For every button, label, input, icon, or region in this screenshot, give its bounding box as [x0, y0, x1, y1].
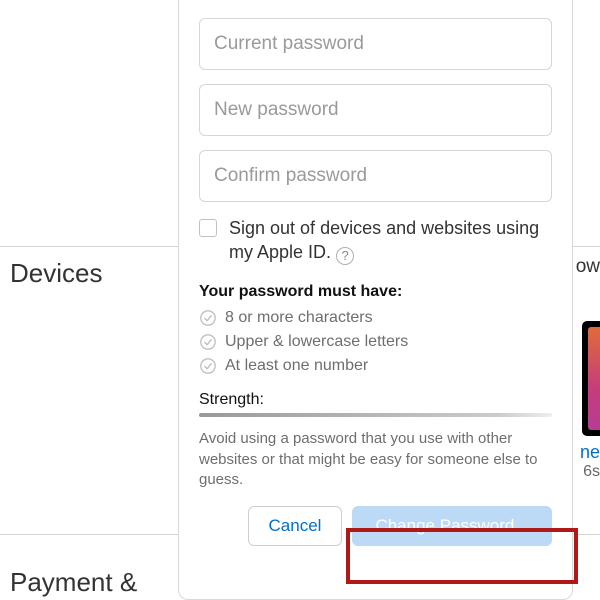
password-advice: Avoid using a password that you use with…	[199, 429, 552, 490]
requirement-item: Upper & lowercase letters	[199, 333, 552, 351]
confirm-password-placeholder: Confirm password	[214, 165, 367, 187]
check-circle-icon	[199, 309, 217, 327]
help-icon[interactable]: ?	[336, 247, 354, 265]
section-title-payment: Payment &	[10, 567, 137, 598]
new-password-field[interactable]: New password	[199, 84, 552, 136]
requirement-text: At least one number	[225, 357, 368, 375]
strength-meter	[199, 413, 552, 417]
strength-label: Strength:	[199, 391, 552, 409]
page-background: Devices Payment & ow ne 6s Current passw…	[0, 0, 600, 600]
requirements-title: Your password must have:	[199, 283, 552, 301]
change-password-popover: Current password New password Confirm pa…	[178, 0, 573, 600]
requirement-text: 8 or more characters	[225, 309, 373, 327]
check-circle-icon	[199, 333, 217, 351]
current-password-field[interactable]: Current password	[199, 18, 552, 70]
signout-row: Sign out of devices and websites using m…	[199, 216, 552, 265]
cancel-button[interactable]: Cancel	[248, 506, 342, 546]
button-row: Cancel Change Password...	[199, 506, 552, 546]
new-password-placeholder: New password	[214, 99, 339, 121]
signout-checkbox[interactable]	[199, 219, 217, 237]
truncated-text-right: ow	[576, 256, 600, 278]
current-password-placeholder: Current password	[214, 33, 364, 55]
device-subtext-fragment: 6s	[583, 463, 600, 481]
requirement-item: 8 or more characters	[199, 309, 552, 327]
signout-label-text: Sign out of devices and websites using m…	[229, 218, 539, 262]
device-thumbnail[interactable]	[582, 321, 600, 436]
device-link-fragment[interactable]: ne	[580, 442, 600, 463]
requirement-text: Upper & lowercase letters	[225, 333, 408, 351]
signout-label: Sign out of devices and websites using m…	[229, 216, 552, 265]
requirement-item: At least one number	[199, 357, 552, 375]
device-thumbnail-screen	[588, 327, 600, 430]
check-circle-icon	[199, 357, 217, 375]
confirm-password-field[interactable]: Confirm password	[199, 150, 552, 202]
section-title-devices: Devices	[10, 258, 102, 289]
change-password-button[interactable]: Change Password...	[352, 506, 552, 546]
